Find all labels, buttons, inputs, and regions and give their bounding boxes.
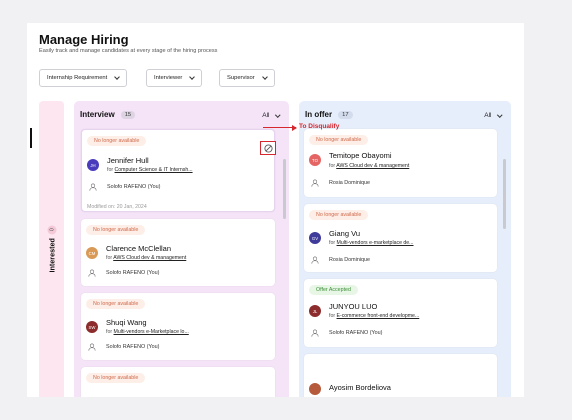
for-prefix: for (106, 329, 113, 335)
for-prefix: for (107, 167, 114, 173)
candidate-card-junyou-luo[interactable]: Offer Accepted JL JUNYOU LUO for E-comme… (304, 279, 497, 347)
offer-filter-value: All (484, 112, 492, 119)
user-icon (311, 256, 319, 264)
interested-count-badge: 0 (47, 225, 57, 235)
avatar: SW (86, 321, 98, 333)
interview-filter-value: All (262, 112, 270, 119)
ban-circle-icon (263, 143, 273, 153)
interested-column-header: Interested 0 (47, 223, 57, 273)
offer-filter-dropdown[interactable]: All (484, 112, 502, 119)
candidate-card-clarence-mcclellan[interactable]: No longer available CM Clarence McClella… (81, 219, 275, 286)
candidate-name[interactable]: Temitope Obayomi (329, 151, 392, 160)
interview-count-badge: 15 (120, 110, 136, 119)
avatar: JL (309, 305, 321, 317)
candidate-card-partial[interactable]: Ayosim Bordeliova (304, 354, 497, 397)
collapse-handle[interactable] (30, 128, 32, 148)
candidate-name[interactable]: Ayosim Bordeliova (329, 383, 391, 392)
annotation-arrowhead (292, 124, 297, 131)
candidate-role: for Multi-vendors e-Marketplace lo... (106, 329, 189, 335)
chevron-down-icon (261, 74, 268, 80)
chevron-down-icon (114, 74, 121, 80)
app-window: Manage Hiring Easily track and manage ca… (27, 23, 524, 397)
candidate-name[interactable]: JUNYOU LUO (329, 302, 377, 311)
interviewer-filter[interactable]: Interviewer (146, 69, 203, 87)
candidate-card-partial[interactable]: No longer available (81, 367, 275, 397)
status-badge: No longer available (86, 373, 146, 383)
avatar: GV (309, 232, 321, 244)
modified-date: Modified on: 20 Jan, 2024 (87, 204, 147, 210)
role-link[interactable]: Multi-vendors e-marketplace de... (337, 240, 414, 246)
offer-column-header: In offer 17 (305, 110, 353, 119)
candidate-card-shuqi-wang[interactable]: No longer available SW Shuqi Wang for Mu… (81, 293, 275, 360)
candidate-name[interactable]: Jennifer Hull (107, 156, 149, 165)
interview-column-title: Interview (80, 110, 115, 119)
status-badge: No longer available (87, 136, 147, 146)
avatar: CM (86, 247, 98, 259)
role-link[interactable]: AWS Cloud dev & management (113, 255, 186, 261)
role-link[interactable]: E-commerce front-end developme... (337, 313, 420, 319)
user-icon (88, 343, 96, 351)
candidate-card-jennifer-hull[interactable]: No longer available JH Jennifer Hull for… (81, 129, 276, 212)
candidate-role: for Computer Science & IT Internsh... (107, 167, 193, 173)
interviewer-filter-label: Interviewer (154, 75, 183, 81)
chevron-down-icon (189, 74, 196, 80)
status-badge: No longer available (86, 299, 146, 309)
candidate-role: for Multi-vendors e-marketplace de... (329, 240, 414, 246)
owner-name: Solofo RAFENO (You) (106, 344, 160, 350)
role-link[interactable]: Computer Science & IT Internsh... (115, 167, 193, 173)
internship-filter-label: Internship Requirement (47, 75, 108, 81)
owner-name: Solofo RAFENO (You) (107, 184, 161, 190)
internship-filter[interactable]: Internship Requirement (39, 69, 128, 87)
interview-scrollbar[interactable] (283, 159, 286, 219)
for-prefix: for (329, 240, 336, 246)
disqualify-button[interactable] (260, 141, 276, 155)
chevron-down-icon (274, 112, 280, 117)
interview-column-header: Interview 15 (80, 110, 136, 119)
supervisor-filter-label: Supervisor (227, 75, 255, 81)
owner-name: Rosia Dominique (329, 257, 371, 263)
offer-count-badge: 17 (338, 110, 353, 119)
candidate-role: for E-commerce front-end developme... (329, 313, 419, 319)
chevron-down-icon (496, 112, 502, 117)
for-prefix: for (106, 255, 113, 261)
supervisor-filter[interactable]: Supervisor (219, 69, 275, 87)
candidate-card-temitope-obayomi[interactable]: No longer available TO Temitope Obayomi … (304, 129, 497, 197)
avatar: JH (87, 159, 99, 171)
user-icon (88, 269, 96, 277)
offer-column: In offer 17 All No longer available TO T… (299, 101, 511, 397)
candidate-card-giang-vu[interactable]: No longer available GV Giang Vu for Mult… (304, 204, 497, 272)
interview-column: Interview 15 All No longer available JH … (74, 101, 289, 397)
avatar (309, 383, 321, 395)
user-icon (89, 183, 97, 191)
user-icon (311, 329, 319, 337)
owner-name: Solofo RAFENO (You) (329, 330, 383, 336)
candidate-role: for AWS Cloud dev & management (106, 255, 186, 261)
owner-name: Rosia Dominique (329, 180, 371, 186)
avatar: TO (309, 154, 321, 166)
user-icon (311, 179, 319, 187)
annotation-label: To Disqualify (299, 123, 340, 130)
for-prefix: for (329, 163, 336, 169)
page-title: Manage Hiring (39, 32, 129, 47)
status-badge: No longer available (309, 210, 369, 220)
candidate-name[interactable]: Giang Vu (329, 229, 360, 238)
owner-name: Solofo RAFENO (You) (106, 270, 160, 276)
status-badge: No longer available (309, 135, 369, 145)
status-badge: Offer Accepted (309, 285, 358, 295)
interested-column-title: Interested (47, 238, 57, 273)
offer-scrollbar[interactable] (503, 159, 506, 229)
role-link[interactable]: Multi-vendors e-Marketplace lo... (114, 329, 189, 335)
offer-column-title: In offer (305, 110, 333, 119)
page-subtitle: Easily track and manage candidates at ev… (39, 48, 218, 54)
interested-column[interactable]: Interested 0 (39, 101, 64, 397)
role-link[interactable]: AWS Cloud dev & management (336, 163, 409, 169)
status-badge: No longer available (86, 225, 146, 235)
for-prefix: for (329, 313, 336, 319)
interview-filter-dropdown[interactable]: All (262, 112, 280, 119)
candidate-name[interactable]: Clarence McClellan (106, 244, 171, 253)
candidate-role: for AWS Cloud dev & management (329, 163, 409, 169)
candidate-name[interactable]: Shuqi Wang (106, 318, 147, 327)
